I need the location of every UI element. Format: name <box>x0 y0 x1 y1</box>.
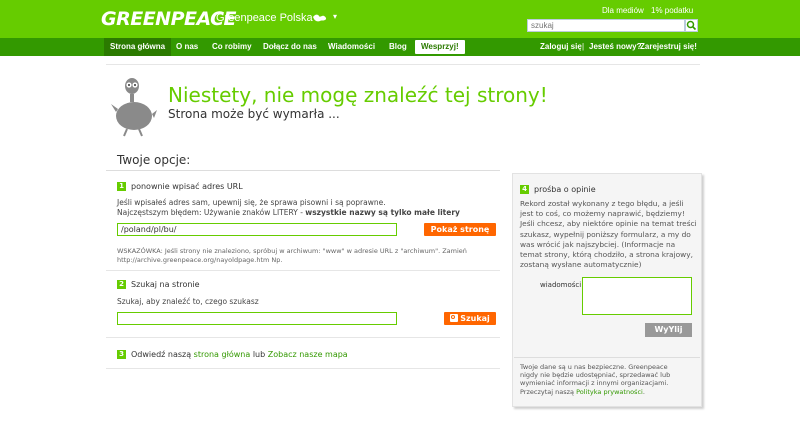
nav-item-blog[interactable]: Blog <box>383 38 413 56</box>
privacy-line: wymieniać informacji z innymi organizacj… <box>520 379 669 388</box>
instruction-text: Szukaj, aby znaleźć to, czego szukasz <box>117 297 259 306</box>
step-number: 1 <box>117 182 126 191</box>
step-number: 3 <box>117 350 126 359</box>
instruction-text: Najczęstszym błędem: Używanie znaków LIT… <box>117 208 460 217</box>
site-search-input[interactable] <box>117 312 397 325</box>
step-label: Odwiedź naszą strona główna lub Zobacz n… <box>131 350 348 359</box>
feedback-line: was wrócić jak najszybciej. (Informacje … <box>520 239 676 249</box>
privacy-prefix: Przeczytaj naszą <box>520 387 575 396</box>
options-title: Twoje opcje: <box>117 153 191 167</box>
divider <box>106 337 500 338</box>
nav-item-donate[interactable]: Wesprzyj! <box>415 40 465 54</box>
privacy-line: Przeczytaj naszą Polityka prywatności. <box>520 387 645 396</box>
globe-icon[interactable] <box>312 12 328 24</box>
step-label: Szukaj na stronie <box>131 280 200 289</box>
nav-item-what-we-do[interactable]: Co robimy <box>206 38 258 56</box>
privacy-line: Twoje dane są u nas bezpieczne. Greenpea… <box>520 363 668 371</box>
dodo-mascot-icon <box>111 78 157 137</box>
message-field-label: wiadomości <box>540 281 582 289</box>
hint-text: http://archive.greenpeace.org/nayoldpage… <box>117 256 283 264</box>
show-page-button[interactable]: Pokaż stronę <box>424 223 496 236</box>
main-nav: Strona główna O nas Co robimy Dołącz do … <box>0 38 800 56</box>
divider <box>106 270 500 271</box>
media-link[interactable]: Dla mediów <box>602 6 644 15</box>
search-button-label: Szukaj <box>460 314 490 323</box>
page-subtitle: Strona może być wymarła ... <box>168 107 340 121</box>
divider <box>106 368 500 369</box>
register-link[interactable]: Zarejestruj się! <box>640 38 697 56</box>
search-button[interactable] <box>685 19 698 32</box>
nav-item-join[interactable]: Dołącz do nas <box>257 38 323 56</box>
homepage-link[interactable]: strona główna <box>194 350 251 359</box>
search-icon <box>686 20 697 31</box>
message-textarea[interactable] <box>582 277 692 315</box>
search-icon <box>450 314 459 322</box>
privacy-policy-link[interactable]: Polityka prywatności <box>576 388 643 396</box>
nav-item-about[interactable]: O nas <box>170 38 204 56</box>
url-input[interactable] <box>117 223 397 236</box>
instruction-text: Jeśli wpisałeś adres sam, upewnij się, ż… <box>117 198 386 207</box>
site-header: GREENPEACE Greenpeace Polska ▾ Dla medió… <box>0 0 800 38</box>
privacy-line: nigdy nie będzie udostępniać, sprzedawać… <box>520 371 671 380</box>
divider <box>106 64 700 65</box>
divider <box>106 170 500 171</box>
nav-separator: | <box>582 42 585 51</box>
feedback-line: Rekord został wykonany z tego błędu, a j… <box>520 199 684 208</box>
chevron-down-icon[interactable]: ▾ <box>333 12 337 21</box>
privacy-note: Twoje dane są u nas bezpieczne. Greenpea… <box>520 363 670 396</box>
feedback-line: Jeśli chcesz, aby niektóre opinie na tem… <box>520 219 697 229</box>
search-input[interactable] <box>527 19 685 32</box>
instruction-prefix: Najczęstszym błędem: Używanie znaków LIT… <box>117 208 306 217</box>
instruction-bold: wszystkie nazwy są tylko małe litery <box>305 208 460 217</box>
step-label: ponownie wpisać adres URL <box>131 182 243 191</box>
feedback-label: prośba o opinie <box>534 185 596 194</box>
feedback-line: jest to coś, co możemy naprawić, będziem… <box>520 209 685 219</box>
tax-link[interactable]: 1% podatku <box>651 6 693 15</box>
nav-item-news[interactable]: Wiadomości <box>322 38 381 56</box>
login-link[interactable]: Zaloguj się <box>540 38 582 56</box>
send-button[interactable]: WyYlij <box>645 323 692 337</box>
step-number: 4 <box>520 185 529 194</box>
map-link[interactable]: Zobacz nasze mapa <box>268 350 348 359</box>
feedback-line: zostaną wysłane automatycznie) <box>520 260 642 270</box>
feedback-line: temat strony, którą chodziło, a strona k… <box>520 250 693 260</box>
hint-text: WSKAZÓWKA: Jeśli strony nie znaleziono, … <box>117 247 467 255</box>
nav-item-home[interactable]: Strona główna <box>104 38 172 56</box>
page-title: Niestety, nie mogę znaleźć tej strony! <box>168 83 548 107</box>
search-site-button[interactable]: Szukaj <box>444 312 496 325</box>
new-user-prompt: Jesteś nowy? <box>589 42 642 51</box>
visit-middle: lub <box>252 350 266 359</box>
feedback-description: Rekord został wykonany z tego błędu, a j… <box>520 199 697 270</box>
visit-prefix: Odwiedź naszą <box>131 350 192 359</box>
feedback-line: szukasz, wypełnij poniższy formularz, a … <box>520 229 691 239</box>
step-number: 2 <box>117 280 126 289</box>
site-name[interactable]: Greenpeace Polska <box>216 12 313 24</box>
divider <box>514 357 700 358</box>
